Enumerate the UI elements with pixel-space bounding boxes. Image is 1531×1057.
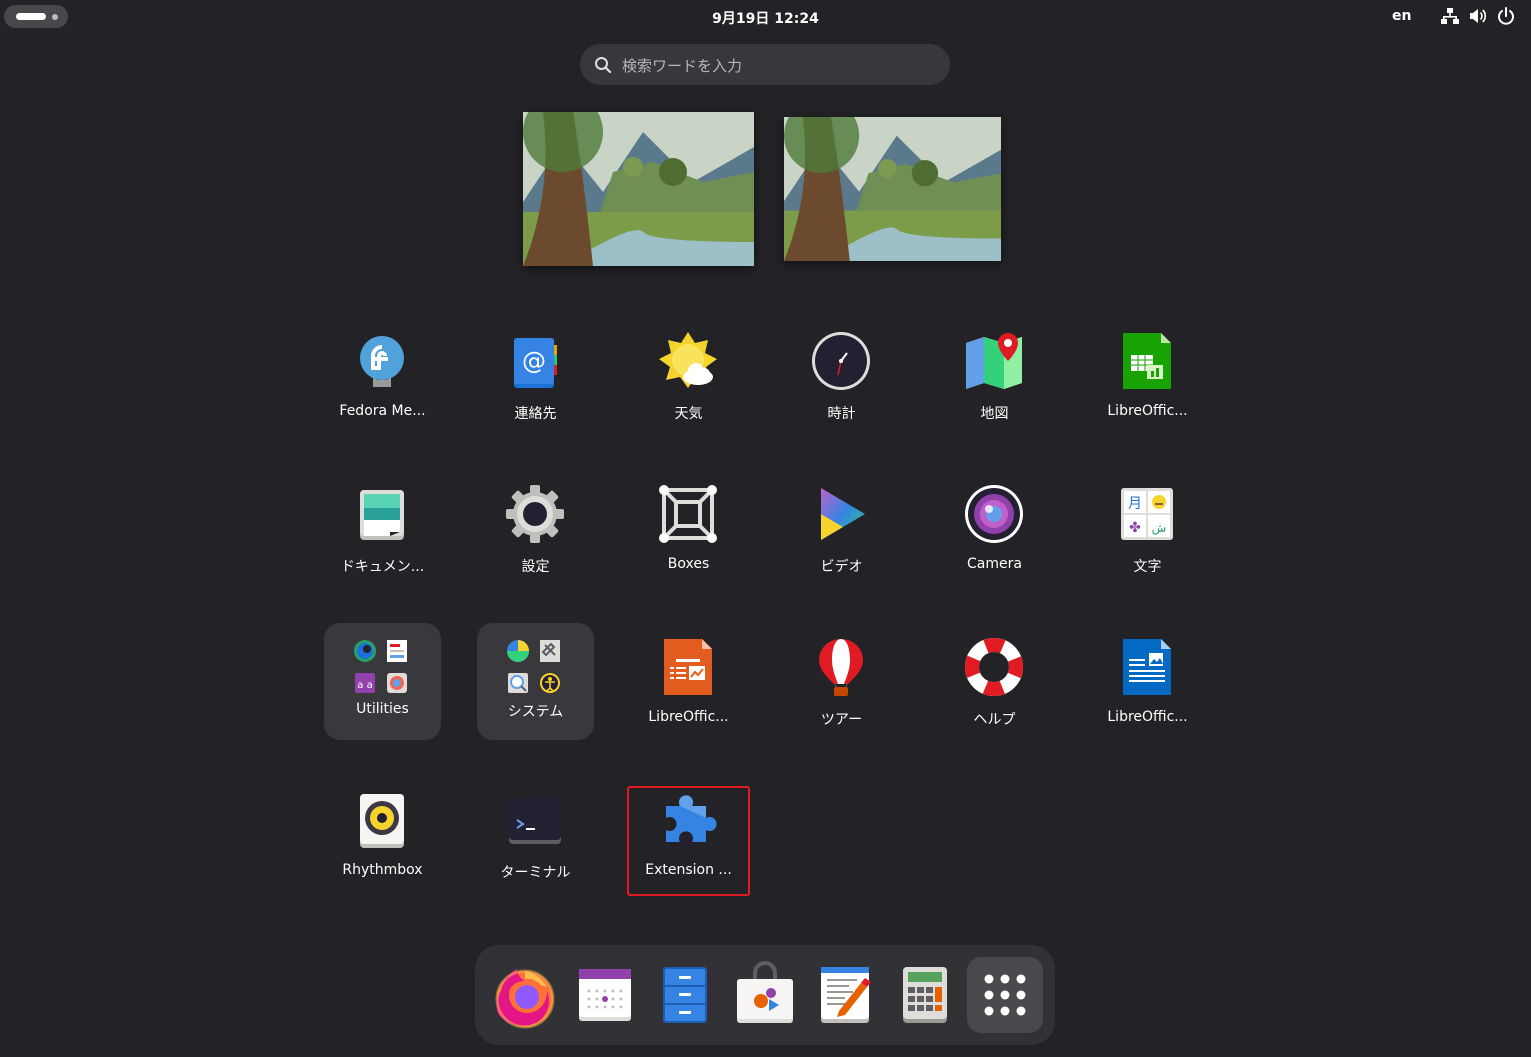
dash [475,945,1055,1045]
app-document-scanner[interactable]: ドキュメン... [324,478,441,595]
folder-label: システム [507,704,564,720]
terminal-icon [509,798,561,844]
boxes-icon [659,485,717,543]
svg-text:✤: ✤ [1129,520,1141,536]
app-maps[interactable]: 地図 [936,325,1053,442]
app-videos[interactable]: ビデオ [783,478,900,595]
files-icon [663,967,707,1023]
app-label: 連絡先 [514,406,557,422]
search-input[interactable] [620,44,934,87]
top-bar: 9月19日 12:24 en [0,0,1531,34]
app-weather[interactable]: 天気 [630,325,747,442]
videos-icon [821,488,865,540]
fedora-media-writer-icon [360,336,404,387]
workspace-thumbnail-1[interactable] [523,112,754,266]
dash-firefox[interactable] [491,961,559,1029]
dash-text-editor[interactable] [811,961,879,1029]
app-libreoffice-writer[interactable]: LibreOffic... [1089,631,1206,748]
folder-system[interactable]: システム [477,623,594,740]
network-icon [1441,8,1459,24]
libreoffice-calc-icon [1123,333,1171,389]
weather-icon [659,332,717,388]
system-folder-icon [507,640,560,693]
app-label: 文字 [1133,559,1162,575]
app-label: ターミナル [500,865,571,881]
svg-text:@: @ [522,347,546,375]
show-apps-button[interactable] [967,957,1043,1033]
workspace-indicator-active [16,13,46,20]
firefox-icon [495,969,555,1029]
app-label: Boxes [667,556,710,572]
calendar-icon [579,969,631,1021]
search-icon [595,57,612,74]
app-label: ドキュメン... [340,559,425,575]
settings-gear-icon [506,485,564,543]
activities-button[interactable] [4,5,68,28]
folder-label: Utilities [356,701,409,717]
app-label: 地図 [980,406,1009,422]
extension-puzzle-icon [666,795,717,848]
app-label: 天気 [674,406,703,422]
app-libreoffice-calc[interactable]: LibreOffic... [1089,325,1206,442]
folder-utilities[interactable]: a a Utilities [324,623,441,740]
document-scanner-icon [360,490,404,540]
software-icon [737,961,793,1023]
maps-icon [966,333,1022,389]
camera-icon [965,485,1023,543]
date-time-button[interactable]: 9月19日 12:24 [712,11,819,27]
svg-text:月: 月 [1128,496,1142,512]
app-label: Camera [967,556,1022,572]
app-label: ツアー [820,712,863,728]
app-tour[interactable]: ツアー [783,631,900,748]
app-clocks[interactable]: 時計 [783,325,900,442]
libreoffice-impress-icon [664,639,712,695]
app-camera[interactable]: Camera [936,478,1053,595]
show-apps-grid-icon [984,974,1026,1016]
calculator-icon [903,967,947,1023]
svg-text:a a: a a [357,680,372,691]
system-menu[interactable] [1440,6,1516,26]
app-extension-manager[interactable]: Extension ... [627,786,750,896]
app-settings[interactable]: 設定 [477,478,594,595]
workspace-indicator-dot [52,14,58,20]
utilities-folder-icon: a a [354,640,407,693]
app-terminal[interactable]: ターミナル [477,784,594,901]
app-label: Fedora Me... [339,403,426,419]
app-label: 設定 [521,559,550,575]
app-boxes[interactable]: Boxes [630,478,747,595]
app-label: Rhythmbox [342,862,423,878]
app-label: 時計 [827,406,856,422]
app-libreoffice-impress[interactable]: LibreOffic... [630,631,747,748]
rhythmbox-speaker-icon [360,794,404,848]
app-rhythmbox[interactable]: Rhythmbox [324,784,441,901]
app-fedora-media-writer[interactable]: Fedora Me... [324,325,441,442]
volume-icon [1470,9,1487,23]
app-contacts[interactable]: @ 連絡先 [477,325,594,442]
dash-calculator[interactable] [891,961,959,1029]
dash-software[interactable] [731,961,799,1029]
app-label: LibreOffic... [1107,709,1188,725]
text-editor-icon [821,967,871,1023]
svg-text:ش: ش [1152,521,1167,536]
app-label: ビデオ [820,559,863,575]
help-lifebuoy-icon [965,638,1023,696]
clock-icon [812,332,870,390]
app-label: ヘルプ [973,712,1016,728]
dash-calendar[interactable] [571,961,639,1029]
contacts-icon: @ [514,338,557,388]
libreoffice-writer-icon [1123,639,1171,695]
workspace-thumbnail-2[interactable] [784,117,1001,261]
app-label: Extension ... [645,862,732,878]
app-label: LibreOffic... [648,709,729,725]
power-icon [1498,7,1514,25]
app-help[interactable]: ヘルプ [936,631,1053,748]
tour-balloon-icon [819,639,863,696]
input-language-indicator[interactable]: en [1392,8,1411,24]
dash-files[interactable] [651,961,719,1029]
search-box[interactable] [580,44,950,87]
characters-icon: 月 ✤ ش [1121,488,1173,540]
app-label: LibreOffic... [1107,403,1188,419]
app-characters[interactable]: 月 ✤ ش 文字 [1089,478,1206,595]
